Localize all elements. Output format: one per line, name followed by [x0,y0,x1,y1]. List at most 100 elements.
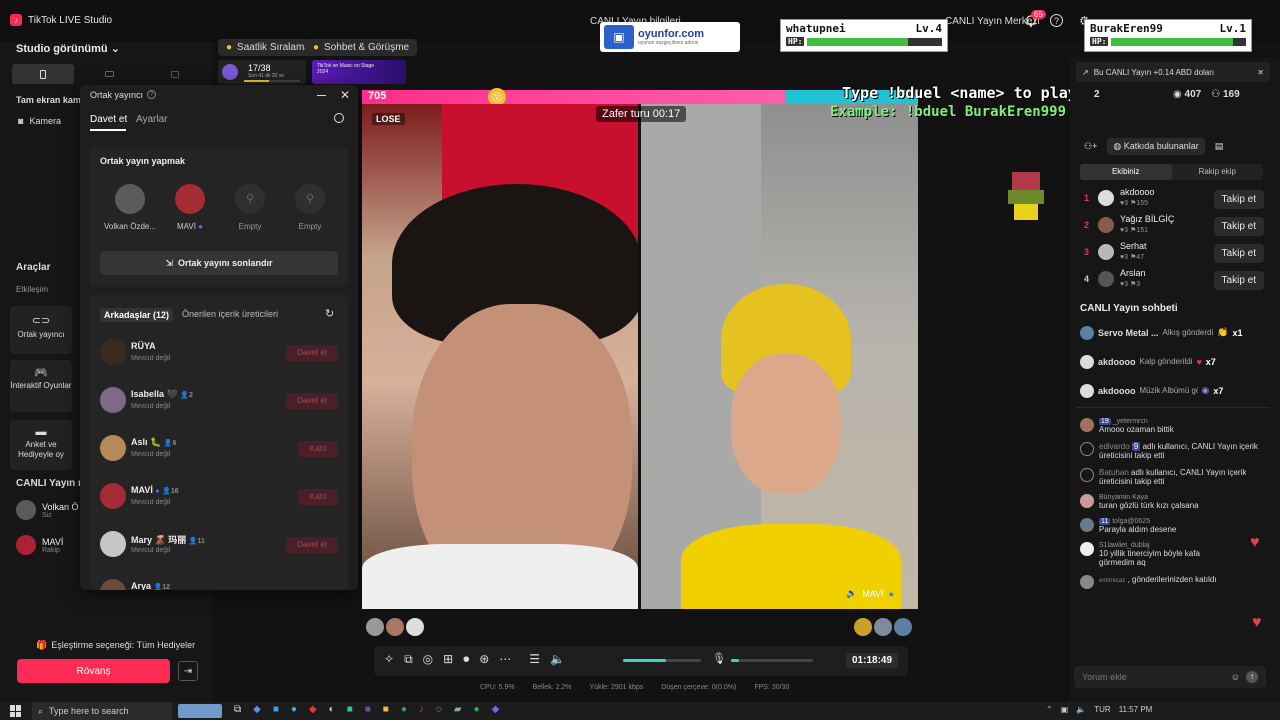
search-icon[interactable] [334,113,344,123]
tab-settings[interactable]: Ayarlar [136,114,168,125]
tab-suggested[interactable]: Önerilen içerik üreticileri [182,309,278,319]
app-icon[interactable]: ◐ [329,704,335,718]
tab-invite[interactable]: Davet et [90,114,127,125]
app-icon[interactable]: ◌ [436,704,442,718]
chat-title: CANLI Yayın sohbeti [1080,303,1178,314]
folder-icon[interactable]: ■ [383,704,389,718]
store-icon[interactable]: ■ [273,704,279,718]
follow-button[interactable]: Takip et [1213,190,1264,209]
tab-rival-team[interactable]: Rakip ekip [1172,164,1264,180]
follow-button[interactable]: Takip et [1213,217,1264,236]
close-icon[interactable]: ✕ [340,88,350,102]
app-icon[interactable]: ◆ [492,704,500,718]
lock-layout-button[interactable] [144,64,206,84]
chevron-down-icon: ⌄ [110,43,120,55]
landscape-layout-button[interactable] [78,64,140,84]
tab-your-team[interactable]: Ekibiniz [1080,164,1172,180]
beauty-icon[interactable]: ◎ [423,652,433,667]
cohost-slot-empty[interactable]: ⚲ Empty [280,184,340,231]
chrome-icon[interactable]: ● [401,704,407,718]
task-view-icon[interactable]: ⧉ [234,704,241,718]
portrait-layout-button[interactable] [12,64,74,84]
volume-icon[interactable]: 🔈 [1076,705,1086,714]
microphone-icon[interactable]: 🎙 [712,652,726,665]
exit-battle-button[interactable]: ⇥ [178,661,198,681]
avatar [1080,325,1094,340]
tiktok-logo-icon: ♪ [10,14,22,26]
start-button[interactable] [10,705,22,717]
pixel-character-sprite [1008,172,1044,220]
invite-button[interactable]: Davet et [286,537,338,553]
tab-friends[interactable]: Arkadaşlar (12) [100,308,174,322]
record-icon[interactable]: ⏺ [463,652,469,667]
hourly-ranking-tab[interactable]: ● Saatlik Sıralama [218,39,318,56]
medal-icon: ● [226,42,233,53]
interactive-games-tool[interactable]: 🎮 İnteraktif Oyunlar [10,360,72,412]
event-banner[interactable]: TikTok on Music on Stage 2024 [312,60,406,84]
effects-icon[interactable]: ✧ [384,652,394,667]
edge-icon[interactable]: ● [291,704,297,718]
chat-meet-tab[interactable]: ● Sohbet & Görüşme [305,39,418,56]
contributors-button[interactable]: ◍ Katkıda bulunanlar [1107,138,1205,155]
list-item: Isabella 🖤 👤2 Mevcut değil Davet et [98,383,343,431]
cohost-tool[interactable]: ⊂⊃ Ortak yayıncı [10,306,72,354]
victory-round-label: Zafer turu 00:17 [596,106,687,122]
info-icon[interactable]: ? [147,90,156,99]
more-icon[interactable]: ⋯ [499,652,511,667]
poll-tool[interactable]: ▬ Anket ve Hediyeyle oy [10,420,72,470]
list-icon[interactable]: ▤ [1215,141,1224,152]
cohost-slot-empty[interactable]: ⚲ Empty [220,184,280,231]
join-button[interactable]: Katıl [298,489,338,505]
tiktok-icon[interactable]: ♪ [419,704,424,718]
spotify-icon[interactable]: ● [474,704,480,718]
join-button[interactable]: Katıl [298,441,338,457]
app-icon[interactable]: ■ [365,704,371,718]
rematch-button[interactable]: Rövanş [17,659,170,683]
camera-source[interactable]: ◙ Kamera [18,116,61,126]
participant-self: Volkan Ö Siz [16,500,79,520]
app-icon[interactable]: ◆ [253,704,261,718]
cohost-slot[interactable]: MAVİ ● [160,184,220,231]
mic-slider[interactable] [731,659,813,662]
system-tray: ⌃ ▣ 🔈 TUR 11:57 PM [1046,705,1152,714]
invite-button[interactable]: Davet et [286,345,338,361]
send-icon[interactable]: ↑ [1246,671,1258,683]
cohosting-heading: Ortak yayın yapmak [100,156,186,166]
speaker-icon[interactable]: 🔈 [846,588,857,599]
capture-icon[interactable]: ⊛ [479,652,489,667]
studio-view-label[interactable]: Studio görünümü ⌄ [16,42,120,55]
end-cohost-button[interactable]: ⇲ Ortak yayını sonlandır [100,251,338,275]
help-icon[interactable]: ? [1050,14,1063,27]
app-icon[interactable]: ▰ [454,704,462,718]
elapsed-timer: 01:18:49 [846,653,899,668]
app-icon[interactable]: ■ [347,704,353,718]
follow-button[interactable]: Takip et [1213,271,1264,290]
follow-button[interactable]: Takip et [1213,244,1264,263]
add-source-icon[interactable]: ⊞ [443,652,453,667]
refresh-icon[interactable]: ↻ [325,307,334,320]
clock[interactable]: 11:57 PM [1119,705,1153,714]
taskbar-search[interactable]: ⌕ Type here to search [32,702,172,720]
avatar [1080,383,1094,398]
cohost-slot[interactable]: Volkan Özde... [100,184,160,231]
volume-icon[interactable]: 🔈 [550,652,565,667]
minimize-icon[interactable] [317,95,326,96]
network-icon[interactable]: ▣ [1061,705,1069,714]
match-option[interactable]: 🎁 Eşleştirme seçeneği: Tüm Hediyeler [36,640,195,651]
goal-progress[interactable]: 17/38 Son 41 dk 20 sn [218,60,306,84]
add-user-icon[interactable]: ⚇+ [1084,141,1097,152]
volume-slider[interactable] [623,659,701,662]
earnings-banner[interactable]: ↗ Bu CANLI Yayın +0.14 ABD doları ✕ [1076,62,1270,82]
avatar [100,483,126,509]
language-indicator[interactable]: TUR [1094,705,1110,714]
comment-input[interactable]: Yorum ekle ☺ ↑ [1074,666,1266,688]
weather-icon[interactable] [178,704,222,718]
close-icon[interactable]: ✕ [1257,68,1264,77]
chevron-up-icon[interactable]: ⌃ [1046,705,1053,714]
filter-icon[interactable]: ⧉ [404,652,413,667]
interaction-heading: Etkileşim [16,285,49,294]
emoji-icon[interactable]: ☺ [1231,672,1240,682]
app-icon[interactable]: ◆ [309,704,317,718]
invite-button[interactable]: Davet et [286,393,338,409]
mixer-icon[interactable]: ☰ [529,652,540,667]
